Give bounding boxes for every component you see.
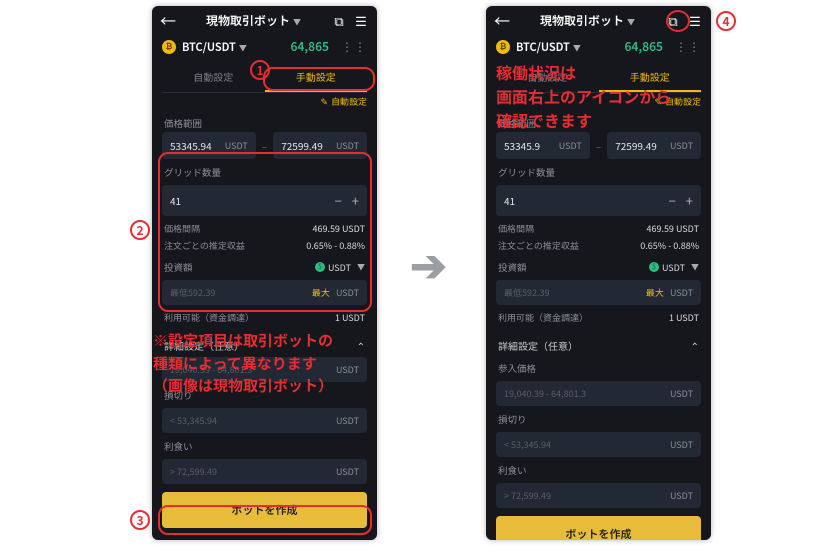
label-takeprofit: 利食い <box>152 433 377 455</box>
label-grid-qty: グリッド数量 <box>486 159 711 181</box>
page-title: 現物取引ボット▼ <box>182 12 325 29</box>
anno-box-2 <box>158 152 372 312</box>
anno-num-2: 2 <box>130 220 150 240</box>
takeprofit-input[interactable]: > 72,599.49USDT <box>162 459 367 484</box>
auto-config-link[interactable]: ✎自動設定 <box>152 93 377 110</box>
label-stoploss: 損切り <box>486 406 711 428</box>
entry-input[interactable]: 19,040.39 - 64,801.3USDT <box>496 381 701 406</box>
currency-selector[interactable]: $USDT▼ <box>649 261 699 274</box>
takeprofit-input[interactable]: > 72,599.49USDT <box>496 483 701 508</box>
arrow-icon: ➔ <box>410 230 447 294</box>
stoploss-input[interactable]: < 53,345.94USDT <box>496 432 701 457</box>
bot-status-icon[interactable]: ⧉ <box>331 11 347 30</box>
coin-icon: ₿ <box>496 40 510 54</box>
pair-symbol[interactable]: BTC/USDT▼ <box>516 39 581 55</box>
tab-auto[interactable]: 自動設定 <box>162 63 265 92</box>
anno-box-4 <box>666 10 690 32</box>
plus-icon[interactable]: + <box>686 191 693 210</box>
chevron-up-icon: ⌃ <box>357 338 365 353</box>
anno-text-2: 稼働状況は 画面右上のアイコンから 確認できます <box>496 60 671 132</box>
back-icon[interactable]: ← <box>160 8 176 32</box>
candle-icon[interactable]: ⋮⋮ <box>675 38 701 55</box>
advanced-header[interactable]: 詳細設定（任意）⌃ <box>486 330 711 355</box>
label-price-range: 価格範囲 <box>152 110 377 132</box>
stoploss-input[interactable]: < 53,345.94USDT <box>162 408 367 433</box>
anno-box-1 <box>263 67 375 91</box>
pair-row: ₿ BTC/USDT▼ 64,865 ⋮⋮ <box>152 34 377 59</box>
page-title: 現物取引ボット▼ <box>516 12 659 29</box>
range-low-input[interactable]: 53345.9USDT <box>496 132 590 159</box>
coin-icon: ₿ <box>162 40 176 54</box>
label-takeprofit: 利食い <box>486 457 711 479</box>
label-avail: 利用可能（資金調達） <box>164 311 254 324</box>
range-high-input[interactable]: 72599.49USDT <box>607 132 701 159</box>
grid-qty-input[interactable]: 41−+ <box>496 185 701 216</box>
anno-box-3 <box>158 505 372 535</box>
pencil-icon: ✎ <box>320 95 328 108</box>
anno-num-4: 4 <box>716 11 736 31</box>
create-bot-button[interactable]: ボットを作成 <box>496 516 701 540</box>
minus-icon[interactable]: − <box>669 191 676 210</box>
candle-icon[interactable]: ⋮⋮ <box>341 38 367 55</box>
anno-num-3: 3 <box>130 510 150 530</box>
pair-price: 64,865 <box>624 38 663 55</box>
investment-input[interactable]: 最低592.39最大USDT <box>496 280 701 305</box>
label-entry: 参入価格 <box>486 355 711 377</box>
anno-num-1: 1 <box>250 60 270 80</box>
pair-price: 64,865 <box>290 38 329 55</box>
back-icon[interactable]: ← <box>494 8 510 32</box>
doc-icon[interactable]: ☰ <box>353 11 369 30</box>
anno-text-1: ※設定項目は取引ボットの 種類によって異なります （画像は現物取引ボット） <box>153 330 333 398</box>
value-avail: 1 USDT <box>335 311 365 324</box>
header-row: ← 現物取引ボット▼ ⧉ ☰ <box>152 6 377 34</box>
pair-symbol[interactable]: BTC/USDT▼ <box>182 39 247 55</box>
